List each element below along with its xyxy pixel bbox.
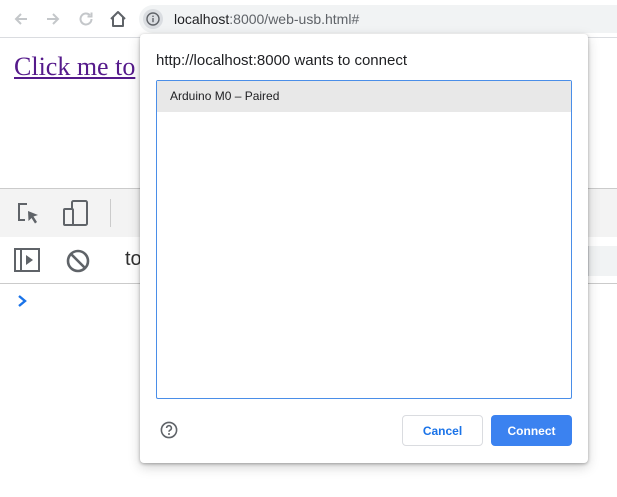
device-label: Arduino M0 – Paired <box>170 89 280 103</box>
console-prompt[interactable] <box>16 294 28 313</box>
url-host: localhost <box>174 11 230 27</box>
inspect-element-icon <box>18 203 38 224</box>
device-list[interactable]: Arduino M0 – Paired <box>156 80 572 399</box>
arrow-left-icon <box>14 13 27 25</box>
chevron-right-icon <box>18 295 27 307</box>
device-toolbar-button[interactable] <box>62 199 90 227</box>
connect-button[interactable]: Connect <box>491 415 572 446</box>
usb-permission-dialog: http://localhost:8000 wants to connect A… <box>140 34 588 463</box>
reload-button[interactable] <box>75 8 97 30</box>
device-toolbar-icon <box>63 200 88 226</box>
site-info-button[interactable] <box>143 9 163 29</box>
help-button[interactable] <box>160 421 178 444</box>
forward-button[interactable] <box>42 8 64 30</box>
toolbar-divider <box>110 199 111 227</box>
address-bar[interactable]: localhost:8000/web-usb.html# <box>139 5 617 33</box>
inspect-element-button[interactable] <box>16 201 42 227</box>
reload-icon <box>79 12 93 26</box>
console-filter-edge <box>588 246 617 276</box>
dialog-title: http://localhost:8000 wants to connect <box>156 52 407 69</box>
help-icon <box>160 421 178 439</box>
clear-console-icon <box>66 249 90 273</box>
browser-toolbar: localhost:8000/web-usb.html# <box>0 0 617 38</box>
home-button[interactable] <box>107 8 129 30</box>
home-icon <box>110 11 126 27</box>
sidebar-toggle-icon <box>14 248 40 272</box>
info-icon <box>146 12 160 26</box>
page-link[interactable]: Click me to <box>14 52 135 82</box>
arrow-right-icon <box>47 13 60 25</box>
list-item[interactable]: Arduino M0 – Paired <box>157 81 571 112</box>
sidebar-toggle-button[interactable] <box>14 248 40 272</box>
url-text[interactable]: localhost:8000/web-usb.html# <box>174 11 359 27</box>
url-path: :8000/web-usb.html# <box>229 11 360 27</box>
cancel-button[interactable]: Cancel <box>402 415 483 446</box>
back-button[interactable] <box>10 8 32 30</box>
clear-console-button[interactable] <box>66 249 90 273</box>
